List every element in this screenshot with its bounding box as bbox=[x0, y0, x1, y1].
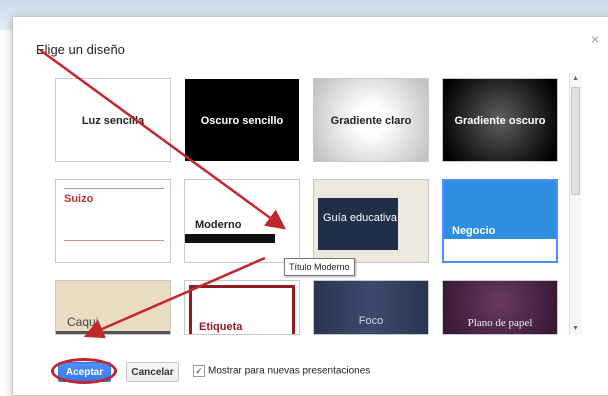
theme-label: Guía educativa bbox=[323, 212, 397, 224]
theme-label: Foco bbox=[358, 315, 384, 327]
close-icon[interactable]: × bbox=[591, 31, 599, 47]
checkbox-label: Mostrar para nuevas presentaciones bbox=[208, 365, 371, 377]
theme-foco[interactable]: Foco bbox=[313, 280, 429, 335]
theme-etiqueta[interactable]: Etiqueta bbox=[184, 280, 300, 335]
theme-gradiente-oscuro[interactable]: Gradiente oscuro bbox=[442, 78, 558, 162]
theme-plano-de-papel[interactable]: Plano de papel bbox=[442, 280, 558, 335]
theme-label: Plano de papel bbox=[467, 317, 533, 329]
checkmark-icon[interactable]: ✓ bbox=[193, 365, 205, 377]
divider bbox=[64, 188, 164, 189]
theme-label: Luz sencilla bbox=[81, 115, 145, 127]
theme-bar bbox=[185, 234, 275, 243]
theme-label: Oscuro sencillo bbox=[200, 115, 284, 127]
theme-gradiente-claro[interactable]: Gradiente claro bbox=[313, 78, 429, 162]
theme-dialog: Elige un diseño × Luz sencilla Oscuro se… bbox=[12, 16, 608, 396]
divider bbox=[64, 240, 164, 241]
tooltip: Título Moderno bbox=[284, 258, 355, 276]
theme-luz-sencilla[interactable]: Luz sencilla bbox=[55, 78, 171, 162]
show-for-new-checkbox[interactable]: ✓ Mostrar para nuevas presentaciones bbox=[193, 365, 370, 377]
theme-panel bbox=[318, 198, 398, 250]
theme-caqui[interactable]: Caqui bbox=[55, 280, 171, 335]
theme-label: Gradiente oscuro bbox=[454, 115, 546, 127]
scroll-down-icon[interactable]: ▼ bbox=[572, 325, 579, 332]
theme-suizo[interactable]: Suizo bbox=[55, 179, 171, 263]
theme-negocio[interactable]: Negocio bbox=[442, 179, 558, 263]
theme-label: Gradiente claro bbox=[330, 115, 412, 127]
cancel-button[interactable]: Cancelar bbox=[126, 362, 179, 382]
accept-button[interactable]: Aceptar bbox=[58, 362, 111, 382]
dialog-title: Elige un diseño bbox=[36, 42, 125, 57]
theme-label: Negocio bbox=[452, 225, 496, 237]
theme-list-scrollbar[interactable]: ▲ ▼ bbox=[569, 73, 582, 335]
theme-label: Caqui bbox=[67, 315, 99, 329]
theme-bar bbox=[56, 331, 170, 334]
theme-moderno[interactable]: Moderno bbox=[184, 179, 300, 263]
theme-label: Etiqueta bbox=[199, 321, 243, 333]
theme-oscuro-sencillo[interactable]: Oscuro sencillo bbox=[184, 78, 300, 162]
theme-label: Suizo bbox=[64, 193, 94, 205]
scrollbar-thumb[interactable] bbox=[571, 87, 580, 195]
scroll-up-icon[interactable]: ▲ bbox=[572, 75, 579, 82]
theme-label: Moderno bbox=[195, 219, 242, 231]
theme-guia-educativa[interactable]: Guía educativa bbox=[313, 179, 429, 263]
